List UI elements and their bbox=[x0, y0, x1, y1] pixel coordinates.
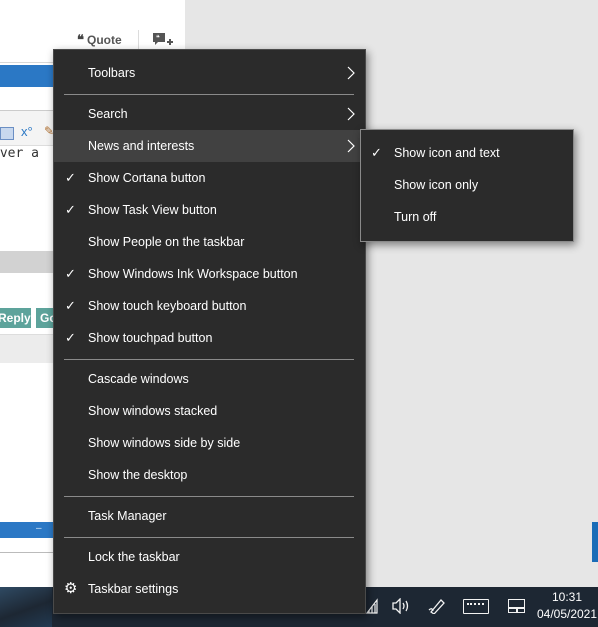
menu-item-show-ink-workspace-button[interactable]: ✓ Show Windows Ink Workspace button bbox=[54, 258, 365, 290]
menu-item-label: Show Windows Ink Workspace button bbox=[88, 267, 298, 281]
submenu-item-label: Show icon only bbox=[394, 178, 479, 192]
touchpad-icon[interactable] bbox=[508, 599, 525, 613]
editor-text[interactable]: over a bbox=[0, 146, 39, 161]
check-icon: ✓ bbox=[65, 330, 76, 345]
menu-separator bbox=[64, 537, 354, 538]
menu-item-label: Show Cortana button bbox=[88, 171, 206, 185]
menu-item-show-the-desktop[interactable]: Show the desktop bbox=[54, 459, 365, 491]
wifi-icon[interactable] bbox=[366, 598, 378, 614]
menu-item-label: Show windows stacked bbox=[88, 404, 218, 418]
quote-label: Quote bbox=[87, 33, 122, 47]
menu-item-label: Show touchpad button bbox=[88, 331, 213, 345]
menu-item-label: Lock the taskbar bbox=[88, 550, 180, 564]
menu-item-show-windows-stacked[interactable]: Show windows stacked bbox=[54, 395, 365, 427]
submenu-item-show-icon-only[interactable]: Show icon only bbox=[361, 169, 573, 201]
check-icon: ✓ bbox=[65, 298, 76, 313]
check-icon: ✓ bbox=[65, 170, 76, 185]
menu-item-task-manager[interactable]: Task Manager bbox=[54, 500, 365, 532]
menu-item-search[interactable]: Search bbox=[54, 98, 365, 130]
submenu-item-turn-off[interactable]: Turn off bbox=[361, 201, 573, 233]
menu-item-show-touchpad-button[interactable]: ✓ Show touchpad button bbox=[54, 322, 365, 354]
editor-toolbar: x° ✎ bbox=[0, 110, 60, 146]
menu-separator bbox=[64, 496, 354, 497]
reply-row bbox=[0, 334, 60, 363]
quote-button[interactable]: ❝ Quote bbox=[77, 33, 122, 48]
insert-image-icon[interactable] bbox=[0, 127, 14, 140]
clock-date: 04/05/2021 bbox=[536, 607, 598, 621]
menu-item-label: Task Manager bbox=[88, 509, 167, 523]
menu-item-news-and-interests[interactable]: News and interests bbox=[54, 130, 365, 162]
submenu-item-label: Show icon and text bbox=[394, 146, 500, 160]
menu-item-taskbar-settings[interactable]: ⚙ Taskbar settings bbox=[54, 573, 365, 605]
clock-time: 10:31 bbox=[551, 590, 583, 604]
forum-footer-strip: – bbox=[0, 522, 60, 538]
menu-item-toolbars[interactable]: Toolbars bbox=[54, 57, 365, 89]
submenu-item-show-icon-and-text[interactable]: ✓ Show icon and text bbox=[361, 137, 573, 169]
editor-header bbox=[0, 65, 60, 87]
pen-icon[interactable] bbox=[428, 598, 446, 614]
menu-item-cascade-windows[interactable]: Cascade windows bbox=[54, 363, 365, 395]
menu-item-label: Taskbar settings bbox=[88, 582, 179, 596]
news-and-interests-submenu: ✓ Show icon and text Show icon only Turn… bbox=[360, 129, 574, 242]
chevron-right-icon bbox=[347, 107, 355, 121]
reply-button[interactable]: Reply bbox=[0, 308, 31, 328]
menu-item-show-cortana-button[interactable]: ✓ Show Cortana button bbox=[54, 162, 365, 194]
divider bbox=[138, 30, 139, 50]
menu-item-lock-the-taskbar[interactable]: Lock the taskbar bbox=[54, 541, 365, 573]
check-icon: ✓ bbox=[65, 266, 76, 281]
menu-item-show-windows-side-by-side[interactable]: Show windows side by side bbox=[54, 427, 365, 459]
submenu-item-label: Turn off bbox=[394, 210, 437, 224]
remove-format-icon[interactable]: x° bbox=[21, 124, 33, 139]
menu-item-show-task-view-button[interactable]: ✓ Show Task View button bbox=[54, 194, 365, 226]
menu-item-label: News and interests bbox=[88, 139, 195, 153]
divider bbox=[0, 552, 60, 553]
menu-item-label: Cascade windows bbox=[88, 372, 189, 386]
chevron-right-icon bbox=[347, 139, 355, 153]
menu-item-label: Show touch keyboard button bbox=[88, 299, 247, 313]
menu-item-label: Toolbars bbox=[88, 66, 136, 80]
chevron-right-icon bbox=[347, 66, 355, 80]
menu-item-label: Show windows side by side bbox=[88, 436, 241, 450]
check-icon: ✓ bbox=[65, 202, 76, 217]
quote-icon: ❝ bbox=[77, 33, 84, 48]
menu-item-label: Show the desktop bbox=[88, 468, 188, 482]
menu-item-label: Show Task View button bbox=[88, 203, 217, 217]
menu-separator bbox=[64, 359, 354, 360]
menu-item-label: Show People on the taskbar bbox=[88, 235, 245, 249]
check-icon: ✓ bbox=[371, 145, 382, 160]
editor-footer bbox=[0, 251, 60, 273]
taskbar-app-area bbox=[0, 587, 52, 627]
keyboard-icon[interactable] bbox=[463, 599, 489, 614]
menu-separator bbox=[64, 94, 354, 95]
svg-text:❝: ❝ bbox=[156, 34, 160, 42]
side-tab[interactable] bbox=[592, 522, 598, 562]
multiquote-icon[interactable]: ❝ bbox=[152, 32, 174, 48]
taskbar-clock[interactable]: 10:31 04/05/2021 bbox=[536, 589, 598, 623]
menu-item-show-people[interactable]: Show People on the taskbar bbox=[54, 226, 365, 258]
menu-item-show-touch-keyboard-button[interactable]: ✓ Show touch keyboard button bbox=[54, 290, 365, 322]
menu-item-label: Search bbox=[88, 107, 128, 121]
taskbar-context-menu: Toolbars Search News and interests ✓ Sho… bbox=[53, 49, 366, 614]
volume-icon[interactable] bbox=[391, 598, 411, 614]
gear-icon: ⚙ bbox=[64, 580, 78, 597]
